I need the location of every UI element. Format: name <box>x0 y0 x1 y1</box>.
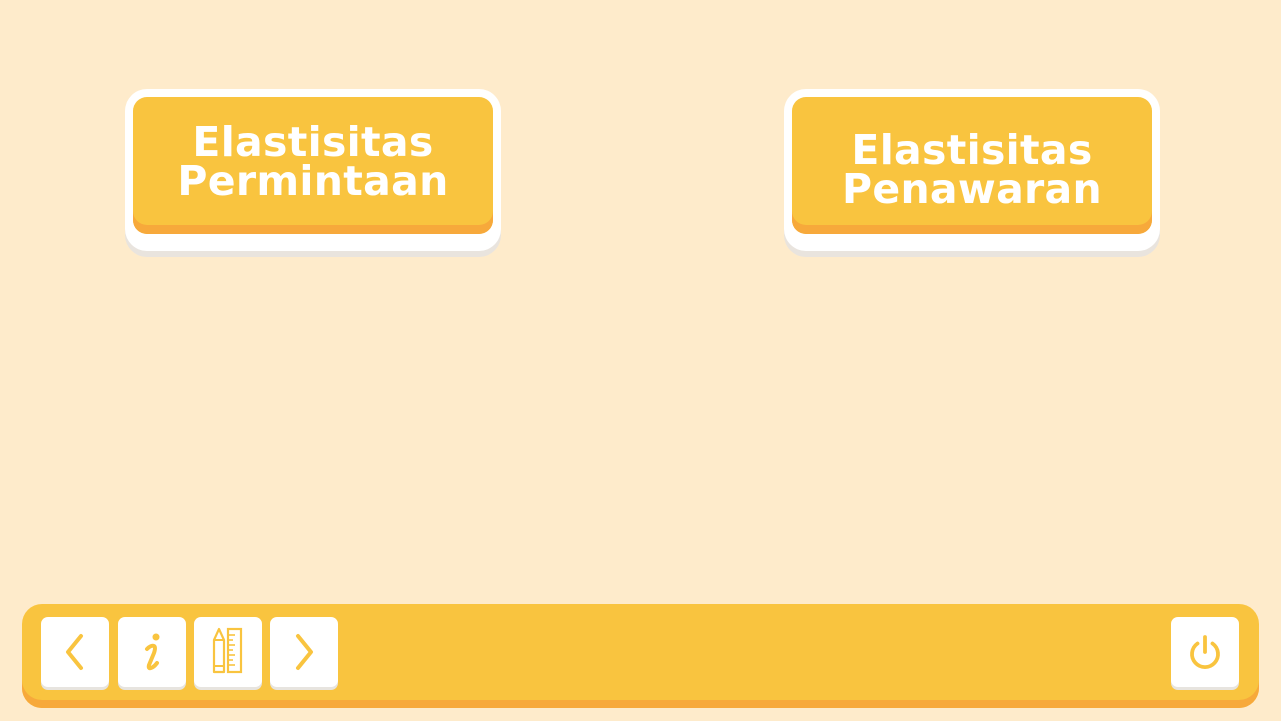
elastisitas-permintaan-button[interactable]: Elastisitas Permintaan <box>125 89 501 251</box>
elastisitas-permintaan-label-line2: Permintaan <box>177 156 449 205</box>
elastisitas-permintaan-face: Elastisitas Permintaan <box>133 97 493 234</box>
chevron-left-icon <box>66 634 83 670</box>
tools-button[interactable] <box>194 617 262 687</box>
info-button[interactable] <box>118 617 186 687</box>
chevron-right-icon <box>296 634 313 670</box>
next-button[interactable] <box>270 617 338 687</box>
info-icon <box>145 633 160 671</box>
bottom-toolbar <box>22 604 1259 708</box>
previous-button[interactable] <box>41 617 109 687</box>
power-icon <box>1190 635 1220 670</box>
pencil-ruler-icon <box>212 627 243 674</box>
elastisitas-penawaran-face: Elastisitas Penawaran <box>792 97 1152 234</box>
power-button[interactable] <box>1171 617 1239 687</box>
elastisitas-penawaran-label-line2: Penawaran <box>841 164 1103 213</box>
elastisitas-penawaran-button[interactable]: Elastisitas Penawaran <box>784 89 1160 251</box>
elastisitas-permintaan-label-line1: Elastisitas <box>192 117 434 166</box>
elastisitas-penawaran-label-line1: Elastisitas <box>851 125 1093 174</box>
